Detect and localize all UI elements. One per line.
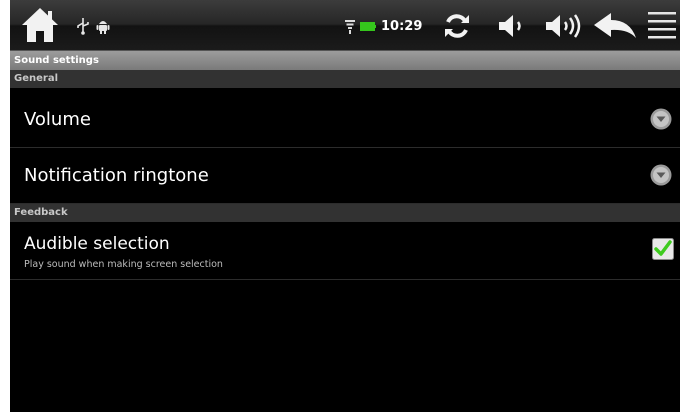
clock: 10:29 xyxy=(381,18,423,34)
android-debug-icon xyxy=(96,17,110,35)
usb-icon xyxy=(76,17,90,35)
refresh-icon xyxy=(445,14,469,38)
home-icon xyxy=(22,8,58,42)
preference-audible-selection[interactable]: Audible selection Play sound when making… xyxy=(10,222,680,280)
preference-title: Notification ringtone xyxy=(24,165,209,186)
preference-summary: Play sound when making screen selection xyxy=(24,259,223,270)
page-title: Sound settings xyxy=(10,51,680,70)
dropdown-arrow-icon xyxy=(650,108,672,130)
preference-title: Volume xyxy=(24,109,91,130)
status-bar: 10:29 xyxy=(10,0,680,51)
battery-icon xyxy=(360,22,376,31)
volume-up-icon xyxy=(546,14,581,38)
back-arrow-icon xyxy=(594,13,636,38)
dropdown-arrow-icon xyxy=(650,164,672,186)
home-button[interactable] xyxy=(18,4,62,46)
refresh-button[interactable] xyxy=(440,10,474,42)
device-screen: 10:29 Sound settings General Volume Noti… xyxy=(10,0,680,412)
preference-title: Audible selection xyxy=(24,234,170,254)
volume-up-button[interactable] xyxy=(542,10,586,42)
volume-down-button[interactable] xyxy=(494,10,530,42)
volume-down-icon xyxy=(499,15,521,37)
menu-icon xyxy=(648,12,676,39)
preference-notification-ringtone[interactable]: Notification ringtone xyxy=(10,148,680,204)
menu-button[interactable] xyxy=(646,8,678,44)
category-header-general: General xyxy=(10,70,680,88)
category-header-feedback: Feedback xyxy=(10,204,680,222)
back-button[interactable] xyxy=(590,10,640,42)
checkbox-checked[interactable] xyxy=(652,238,674,260)
preference-volume[interactable]: Volume xyxy=(10,88,680,148)
wifi-icon xyxy=(345,20,355,34)
